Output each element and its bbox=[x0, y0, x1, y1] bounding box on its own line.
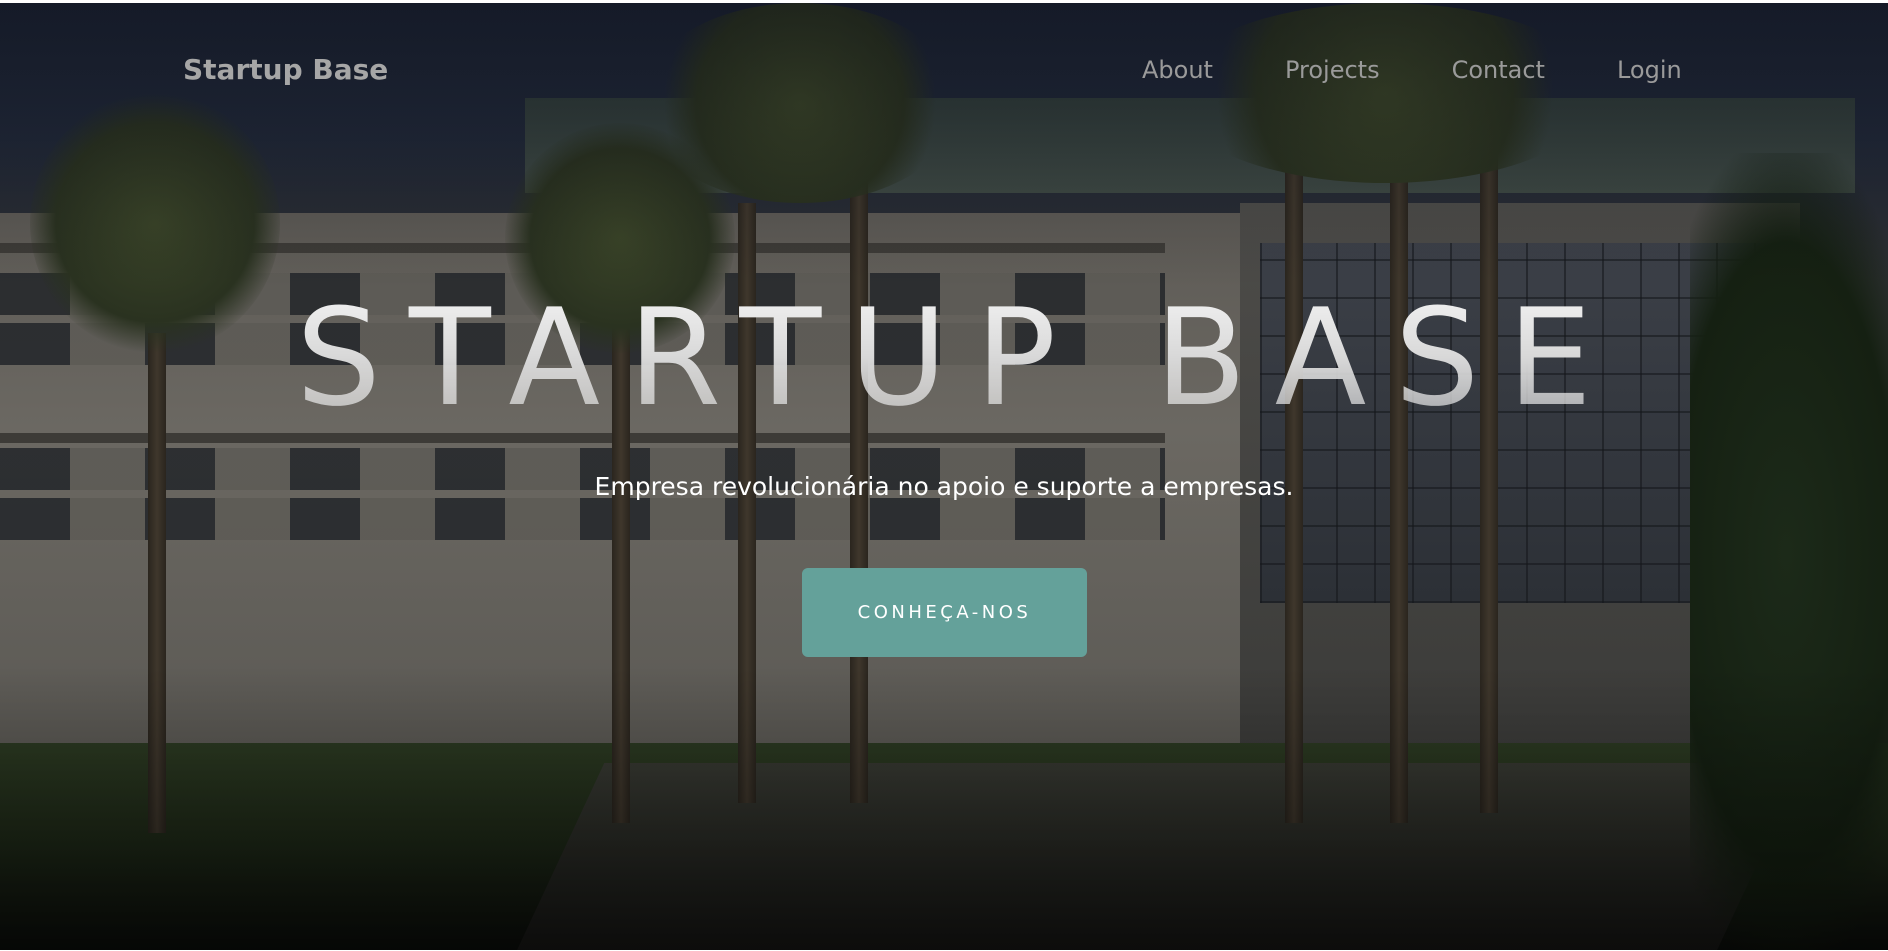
nav-link-about[interactable]: About bbox=[1142, 56, 1213, 84]
hero-section: Startup Base About Projects Contact Logi… bbox=[0, 3, 1888, 950]
learn-more-button[interactable]: CONHEÇA-NOS bbox=[802, 568, 1087, 657]
nav-link-login[interactable]: Login bbox=[1617, 56, 1682, 84]
hero-subtitle: Empresa revolucionária no apoio e suport… bbox=[594, 472, 1294, 501]
nav-link-projects[interactable]: Projects bbox=[1285, 56, 1380, 84]
hero-title: STARTUP BASE bbox=[0, 291, 1888, 425]
nav-link-contact[interactable]: Contact bbox=[1452, 56, 1545, 84]
top-navigation: About Projects Contact Login bbox=[1142, 56, 1682, 84]
brand-logo-link[interactable]: Startup Base bbox=[183, 53, 388, 86]
